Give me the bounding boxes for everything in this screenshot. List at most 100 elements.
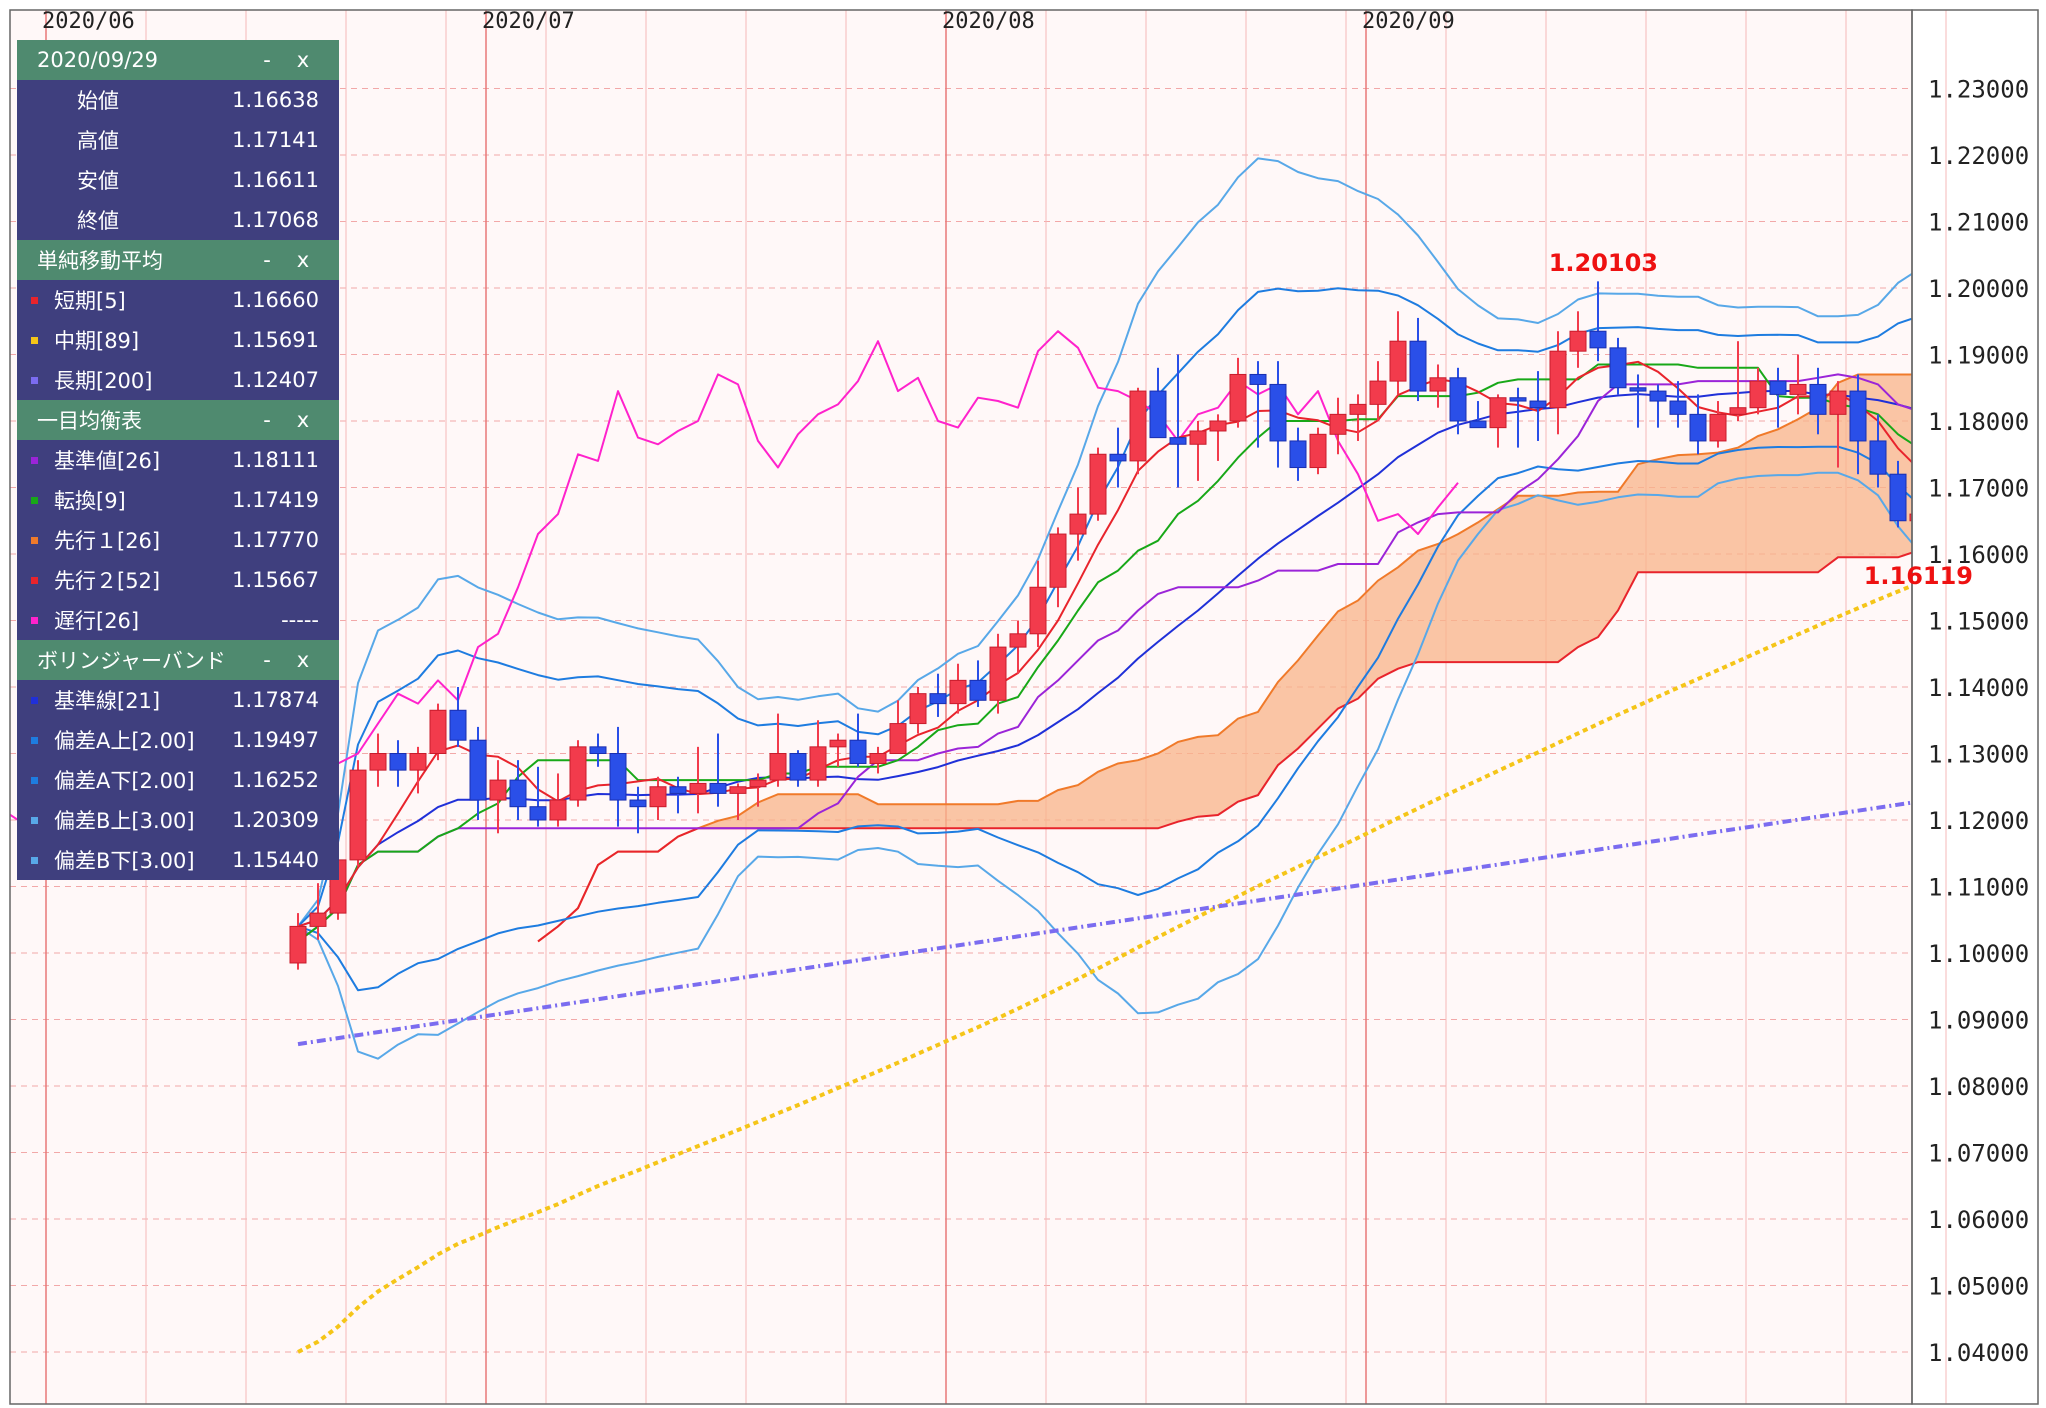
legend-value: 1.17770 <box>232 528 319 552</box>
ohlc-date: 2020/09/29 <box>37 48 159 72</box>
candle-body <box>1389 340 1407 382</box>
candle-body <box>1409 340 1427 392</box>
legend-label: 中期[89] <box>54 329 140 353</box>
legend-swatch <box>31 616 38 624</box>
y-tick-label: 1.20000 <box>1928 275 2029 303</box>
candle-body <box>869 753 887 764</box>
legend-value: 1.15440 <box>232 848 319 872</box>
candle-body <box>1109 453 1127 462</box>
candle-body <box>1289 440 1307 469</box>
candle-body <box>1309 433 1327 469</box>
candle-body <box>1809 383 1827 415</box>
ohlc-close: 終値 1.17068 <box>17 200 339 240</box>
candle-body <box>969 679 987 701</box>
candle-body <box>1009 633 1027 648</box>
candle-body <box>1429 377 1447 392</box>
legend-swatch <box>31 776 38 784</box>
candle-body <box>509 779 527 808</box>
candle-body <box>949 679 967 705</box>
ichimoku-header: 一目均衡表 - x <box>17 400 339 440</box>
legend-swatch <box>31 856 38 864</box>
candle-body <box>1669 400 1687 415</box>
close-button[interactable]: x <box>285 408 321 432</box>
candle-body <box>689 782 707 794</box>
legend-swatch <box>31 296 38 304</box>
candle-body <box>1329 413 1347 435</box>
y-tick-label: 1.15000 <box>1928 608 2029 636</box>
ohlc-value: 1.17068 <box>232 208 319 232</box>
y-tick-label: 1.13000 <box>1928 741 2029 769</box>
candle-body <box>1049 533 1067 588</box>
y-tick-label: 1.23000 <box>1928 76 2029 104</box>
candle-body <box>609 753 627 801</box>
candle-body <box>989 646 1007 701</box>
ohlc-open: 始値 1.16638 <box>17 80 339 120</box>
candle-body <box>889 723 907 755</box>
close-button[interactable]: x <box>285 248 321 272</box>
candle-body <box>369 753 387 771</box>
legend-label: 偏差A下[2.00] <box>54 769 195 793</box>
candle-body <box>1569 330 1587 352</box>
candle-body <box>1449 377 1467 422</box>
candle-body <box>909 693 927 725</box>
candle-body <box>1089 453 1107 515</box>
y-tick-label: 1.17000 <box>1928 475 2029 503</box>
minimize-button[interactable]: - <box>249 248 285 272</box>
candle-body <box>1209 420 1227 432</box>
legend-row: 遅行[26] ----- <box>17 600 339 640</box>
candle-body <box>1269 383 1287 442</box>
candle-body <box>1529 400 1547 409</box>
legend-swatch <box>31 736 38 744</box>
candle-body <box>749 779 767 788</box>
price-callout: 1.16119 <box>1864 562 1973 590</box>
legend-row: 先行２[52] 1.15667 <box>17 560 339 600</box>
legend-label: 短期[5] <box>54 289 126 313</box>
legend-swatch <box>31 376 38 384</box>
month-label: 2020/06 <box>42 9 135 34</box>
legend-row: 転換[9] 1.17419 <box>17 480 339 520</box>
month-label: 2020/08 <box>942 9 1035 34</box>
ohlc-value: 1.16638 <box>232 88 319 112</box>
candle-body <box>289 925 307 964</box>
ohlc-label: 始値 <box>77 89 119 113</box>
legend-value: 1.12407 <box>232 368 319 392</box>
minimize-button[interactable]: - <box>249 648 285 672</box>
ohlc-high: 高値 1.17141 <box>17 120 339 160</box>
ohlc-label: 高値 <box>77 129 119 153</box>
y-tick-label: 1.11000 <box>1928 874 2029 902</box>
candle-body <box>1229 373 1247 422</box>
candle-body <box>1849 390 1867 442</box>
close-button[interactable]: x <box>285 48 321 72</box>
y-tick-label: 1.09000 <box>1928 1007 2029 1035</box>
legend-row: 先行１[26] 1.17770 <box>17 520 339 560</box>
candle-body <box>449 709 467 741</box>
candle-body <box>409 753 427 771</box>
minimize-button[interactable]: - <box>249 408 285 432</box>
candle-body <box>549 799 567 821</box>
close-button[interactable]: x <box>285 648 321 672</box>
legend-label: 基準線[21] <box>54 689 161 713</box>
candle-body <box>349 769 367 861</box>
legend-label: 長期[200] <box>54 369 153 393</box>
legend-value: ----- <box>281 608 319 632</box>
candle-body <box>1069 513 1087 535</box>
sma-header: 単純移動平均 - x <box>17 240 339 280</box>
legend-value: 1.17874 <box>232 688 319 712</box>
legend-value: 1.15691 <box>232 328 319 352</box>
legend-swatch <box>31 496 38 504</box>
candle-body <box>1729 407 1747 415</box>
legend-value: 1.16252 <box>232 768 319 792</box>
candle-body <box>1629 387 1647 392</box>
candle-body <box>1769 380 1787 395</box>
y-tick-label: 1.12000 <box>1928 807 2029 835</box>
candle-body <box>1029 586 1047 635</box>
legend-row: 偏差A下[2.00] 1.16252 <box>17 760 339 800</box>
minimize-button[interactable]: - <box>249 48 285 72</box>
sma-title: 単純移動平均 <box>37 249 163 273</box>
chart-frame: 1.04000 1.05000 1.06000 1.07000 1.08000 1.090… <box>0 0 2046 1408</box>
candle-body <box>1609 347 1627 389</box>
candle-body <box>649 786 667 808</box>
legend-label: 転換[9] <box>54 489 126 513</box>
candle-body <box>1509 397 1527 402</box>
candle-body <box>1889 473 1907 522</box>
